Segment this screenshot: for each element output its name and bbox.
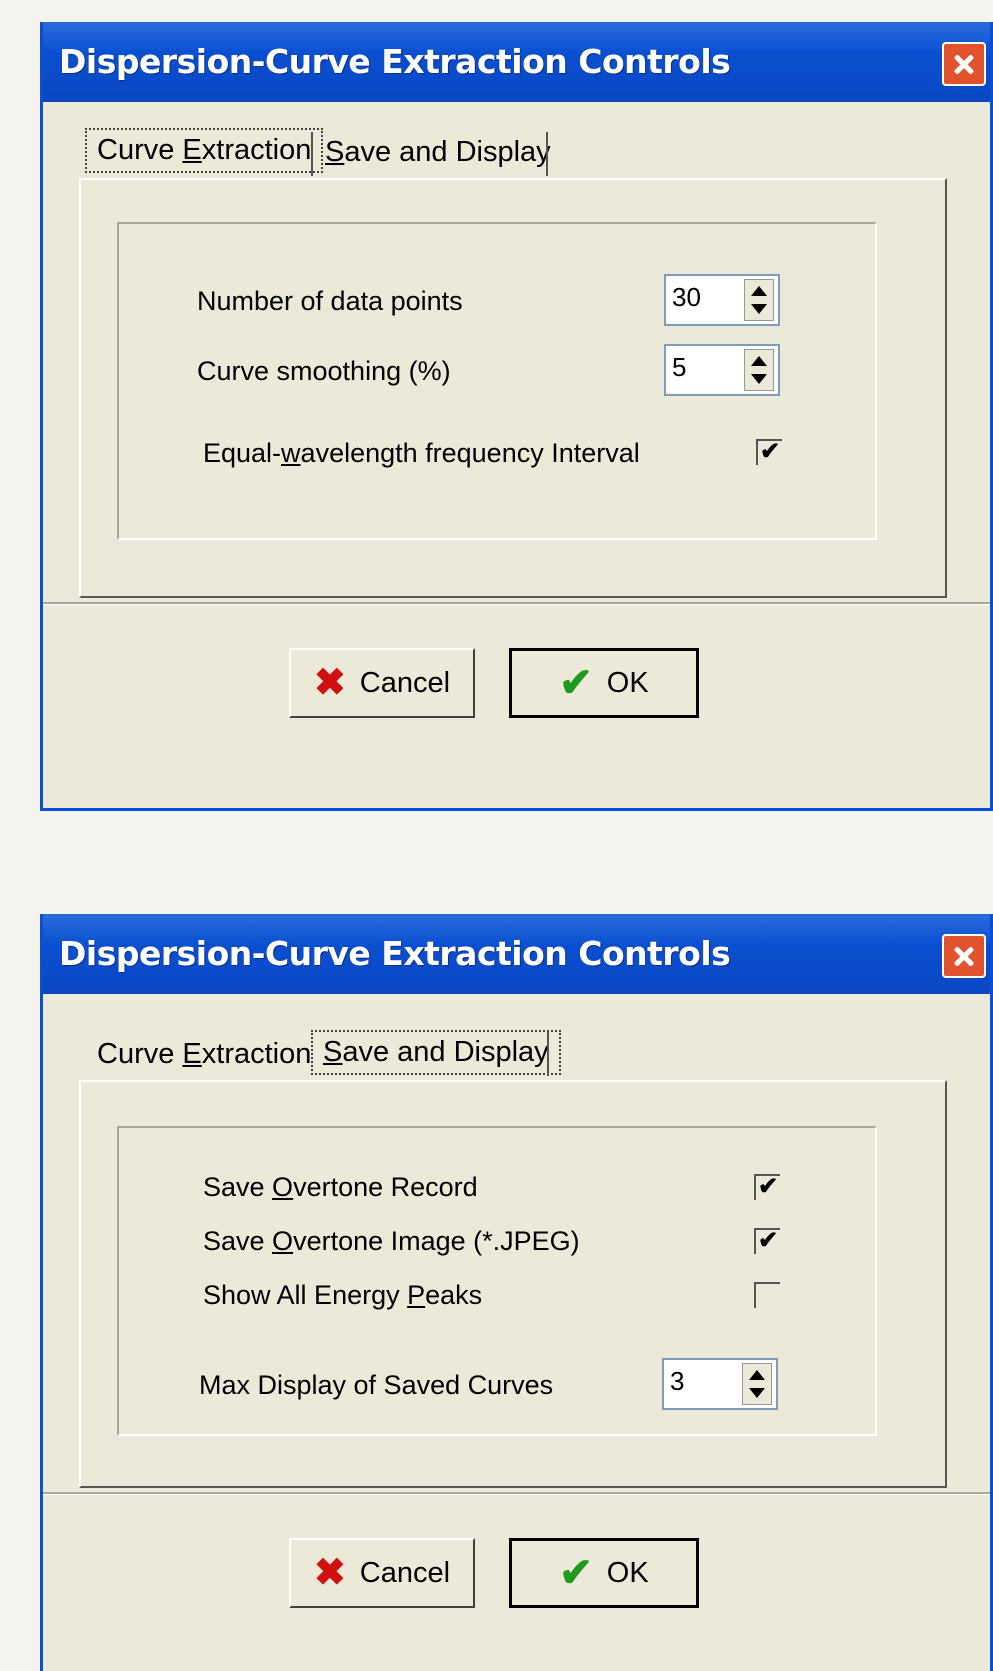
save-overtone-image-checkbox[interactable]: ✔: [754, 1228, 780, 1254]
divider: [43, 602, 990, 605]
tab-label-key: S: [325, 136, 345, 168]
window-title: Dispersion-Curve Extraction Controls: [59, 42, 731, 81]
tab-label-post: ave and Display: [344, 136, 551, 168]
cancel-label: Cancel: [359, 666, 451, 699]
smoothing-label: Curve smoothing (%): [197, 356, 451, 386]
tab-curve-extraction[interactable]: Curve Extraction: [85, 128, 324, 173]
save-overtone-record-label: Save Overtone Record: [203, 1172, 478, 1203]
cancel-x-icon: ✖: [313, 662, 346, 704]
label-pre: Equal-: [203, 438, 282, 468]
label-pre: Show All Energy: [203, 1280, 408, 1310]
data-points-spinner[interactable]: 30: [664, 274, 780, 326]
show-energy-peaks-label: Show All Energy Peaks: [203, 1280, 482, 1311]
tab-curve-extraction[interactable]: Curve Extraction: [87, 1034, 321, 1075]
data-points-value: 30: [672, 282, 701, 312]
ok-check-icon: ✔: [559, 1551, 593, 1595]
tab-label-pre: Curve: [97, 134, 183, 166]
cancel-button[interactable]: ✖ Cancel: [289, 1538, 475, 1608]
label-key: O: [272, 1172, 294, 1202]
equal-wavelength-checkbox[interactable]: ✔: [756, 439, 782, 465]
close-button[interactable]: [942, 42, 986, 86]
show-energy-peaks-checkbox[interactable]: [754, 1282, 780, 1308]
save-overtone-image-label: Save Overtone Image (*.JPEG): [203, 1226, 580, 1257]
tab-label-post: xtraction: [201, 134, 312, 166]
label-post: eaks: [425, 1280, 483, 1310]
equal-wavelength-label: Equal-wavelength frequency Interval: [203, 438, 640, 469]
tab-label-key: E: [182, 1038, 202, 1070]
dialog-save-and-display: Dispersion-Curve Extraction Controls Cur…: [40, 914, 993, 1671]
tab-save-and-display[interactable]: Save and Display: [311, 1030, 561, 1075]
tab-label-key: E: [182, 134, 202, 166]
cancel-label: Cancel: [359, 1556, 451, 1589]
window-title: Dispersion-Curve Extraction Controls: [59, 934, 731, 973]
title-bar[interactable]: Dispersion-Curve Extraction Controls: [43, 22, 990, 102]
ok-button[interactable]: ✔ OK: [509, 648, 699, 718]
label-key: P: [407, 1280, 426, 1310]
dialog-curve-extraction: Dispersion-Curve Extraction Controls Cur…: [40, 22, 993, 811]
label-pre: Save: [203, 1226, 273, 1256]
tab-label-post: ave and Display: [342, 1036, 549, 1068]
ok-label: OK: [606, 666, 649, 699]
ok-check-icon: ✔: [559, 661, 593, 705]
title-bar[interactable]: Dispersion-Curve Extraction Controls: [43, 914, 990, 994]
cancel-x-icon: ✖: [313, 1552, 346, 1594]
tab-separator: [311, 132, 313, 176]
label-key: w: [281, 438, 301, 468]
data-points-label: Number of data points: [197, 286, 463, 316]
tab-label-post: xtraction: [201, 1038, 312, 1070]
spinner-arrows-icon[interactable]: [742, 1363, 772, 1405]
max-display-value: 3: [670, 1366, 685, 1396]
tab-separator: [546, 132, 548, 176]
label-post: avelength frequency Interval: [300, 438, 640, 468]
tab-label-pre: Curve: [97, 1038, 183, 1070]
save-overtone-record-checkbox[interactable]: ✔: [754, 1174, 780, 1200]
smoothing-spinner[interactable]: 5: [664, 344, 780, 396]
label-post: vertone Record: [293, 1172, 478, 1202]
max-display-label: Max Display of Saved Curves: [199, 1370, 554, 1400]
smoothing-value: 5: [672, 352, 687, 382]
ok-label: OK: [606, 1556, 649, 1589]
max-display-spinner[interactable]: 3: [662, 1358, 778, 1410]
close-button[interactable]: [942, 934, 986, 978]
tab-separator: [547, 1032, 549, 1076]
tab-label-key: S: [323, 1036, 343, 1068]
divider: [43, 1492, 990, 1495]
cancel-button[interactable]: ✖ Cancel: [289, 648, 475, 718]
label-post: vertone Image (*.JPEG): [293, 1226, 580, 1256]
tab-save-and-display[interactable]: Save and Display: [315, 132, 561, 173]
ok-button[interactable]: ✔ OK: [509, 1538, 699, 1608]
spinner-arrows-icon[interactable]: [744, 279, 774, 321]
label-pre: Save: [203, 1172, 273, 1202]
label-key: O: [272, 1226, 294, 1256]
spinner-arrows-icon[interactable]: [744, 349, 774, 391]
